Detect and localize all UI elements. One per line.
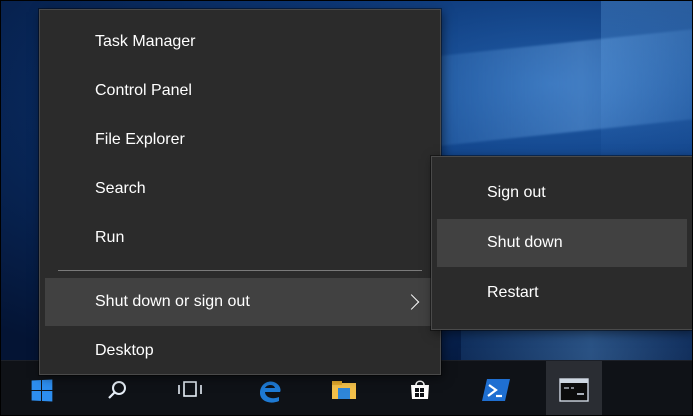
menu-item-desktop[interactable]: Desktop	[45, 329, 435, 373]
menu-item-run[interactable]: Run	[45, 216, 435, 260]
submenu-item-label: Restart	[487, 284, 539, 301]
chevron-right-icon	[403, 294, 420, 310]
wallpaper-light-beam	[601, 1, 692, 161]
shutdown-submenu: Sign out Shut down Restart	[431, 156, 692, 330]
powershell-taskbar-button[interactable]	[471, 361, 521, 415]
submenu-item-label: Shut down	[487, 234, 563, 251]
search-icon	[108, 381, 126, 399]
task-view-icon	[178, 381, 202, 397]
menu-item-label: Shut down or sign out	[95, 293, 250, 310]
submenu-item-shut-down[interactable]: Shut down	[437, 219, 687, 267]
edge-icon	[260, 381, 281, 403]
menu-item-label: Desktop	[95, 342, 154, 359]
desktop-screen: Task Manager Control Panel File Explorer…	[0, 0, 693, 416]
menu-item-label: Run	[95, 229, 125, 246]
menu-item-shut-down-or-sign-out[interactable]: Shut down or sign out	[45, 278, 435, 326]
submenu-item-restart[interactable]: Restart	[437, 269, 687, 317]
submenu-item-label: Sign out	[487, 184, 546, 201]
menu-separator	[58, 270, 422, 271]
menu-item-label: File Explorer	[95, 131, 185, 148]
winx-context-menu: Task Manager Control Panel File Explorer…	[39, 9, 441, 375]
menu-item-task-manager[interactable]: Task Manager	[45, 20, 435, 64]
menu-item-label: Task Manager	[95, 33, 196, 50]
file-explorer-icon	[332, 381, 356, 399]
command-prompt-icon	[559, 378, 589, 402]
windows-start-icon	[31, 378, 52, 402]
menu-item-search[interactable]: Search	[45, 167, 435, 211]
menu-item-file-explorer[interactable]: File Explorer	[45, 118, 435, 162]
menu-item-label: Search	[95, 180, 146, 197]
menu-item-label: Control Panel	[95, 82, 192, 99]
submenu-item-sign-out[interactable]: Sign out	[437, 169, 687, 217]
menu-item-control-panel[interactable]: Control Panel	[45, 69, 435, 113]
powershell-icon	[482, 379, 510, 401]
store-icon	[411, 380, 429, 399]
command-prompt-taskbar-button[interactable]	[546, 361, 602, 415]
